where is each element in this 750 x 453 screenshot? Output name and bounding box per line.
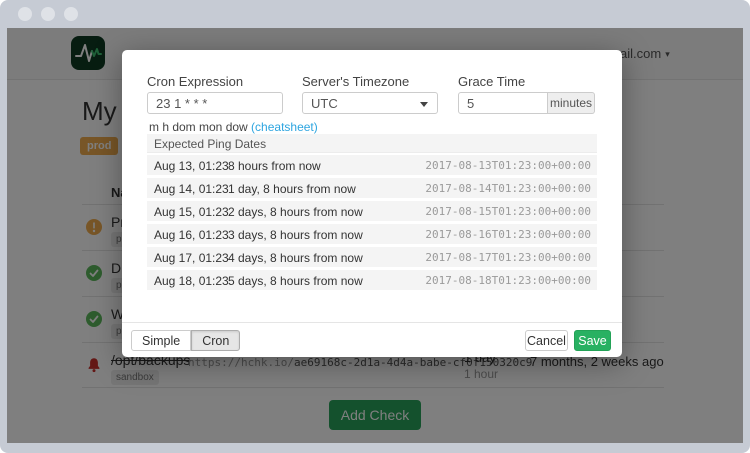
ping-relative: 8 hours from now (228, 159, 321, 173)
ping-iso-timestamp: 2017-08-13T01:23:00+00:00 (425, 159, 591, 172)
ping-relative: 1 day, 8 hours from now (228, 182, 356, 196)
timezone-label: Server's Timezone (302, 74, 409, 89)
cron-expression-label: Cron Expression (147, 74, 243, 89)
timezone-select[interactable]: UTC (302, 92, 438, 114)
timezone-selected-value: UTC (311, 96, 338, 111)
ping-date: Aug 14, 01:23 (154, 182, 229, 196)
grace-time-unit: minutes (548, 92, 595, 114)
cron-mode-button[interactable]: Cron (191, 330, 240, 351)
cheatsheet-link[interactable]: (cheatsheet) (251, 120, 318, 134)
ping-iso-timestamp: 2017-08-16T01:23:00+00:00 (425, 228, 591, 241)
ping-iso-timestamp: 2017-08-15T01:23:00+00:00 (425, 205, 591, 218)
ping-relative: 2 days, 8 hours from now (228, 205, 363, 219)
ping-iso-timestamp: 2017-08-17T01:23:00+00:00 (425, 251, 591, 264)
ping-relative: 5 days, 8 hours from now (228, 274, 363, 288)
ping-date-row: Aug 13, 01:23 8 hours from now 2017-08-1… (147, 155, 597, 175)
window-minimize-icon (41, 7, 55, 21)
schedule-mode-toggle: Simple Cron (131, 330, 240, 351)
ping-relative: 4 days, 8 hours from now (228, 251, 363, 265)
page: ail.com▾ My Checks prod work Name Pr pro… (7, 28, 743, 443)
ping-date-row: Aug 14, 01:23 1 day, 8 hours from now 20… (147, 178, 597, 198)
ping-date: Aug 18, 01:23 (154, 274, 229, 288)
simple-mode-button[interactable]: Simple (131, 330, 191, 351)
browser-window: ail.com▾ My Checks prod work Name Pr pro… (0, 0, 750, 453)
cron-hint: m h dom mon dow (cheatsheet) (149, 120, 318, 134)
ping-date: Aug 15, 01:23 (154, 205, 229, 219)
ping-date: Aug 16, 01:23 (154, 228, 229, 242)
grace-time-input[interactable] (458, 92, 548, 114)
window-maximize-icon (64, 7, 78, 21)
ping-iso-timestamp: 2017-08-14T01:23:00+00:00 (425, 182, 591, 195)
ping-date-row: Aug 18, 01:23 5 days, 8 hours from now 2… (147, 270, 597, 290)
cron-expression-input[interactable] (147, 92, 283, 114)
ping-date-row: Aug 15, 01:23 2 days, 8 hours from now 2… (147, 201, 597, 221)
expected-ping-dates-table: Expected Ping Dates Aug 13, 01:23 8 hour… (147, 134, 597, 293)
cancel-button[interactable]: Cancel (525, 330, 568, 351)
ping-date: Aug 13, 01:23 (154, 159, 229, 173)
save-button[interactable]: Save (574, 330, 611, 351)
grace-time-label: Grace Time (458, 74, 525, 89)
ping-date-row: Aug 17, 01:23 4 days, 8 hours from now 2… (147, 247, 597, 267)
ping-iso-timestamp: 2017-08-18T01:23:00+00:00 (425, 274, 591, 287)
grace-time-group: minutes (458, 92, 595, 114)
ping-date: Aug 17, 01:23 (154, 251, 229, 265)
ping-table-header: Expected Ping Dates (147, 134, 597, 153)
cron-hint-text: m h dom mon dow (149, 120, 251, 134)
caret-down-icon (420, 102, 428, 107)
ping-date-row: Aug 16, 01:23 3 days, 8 hours from now 2… (147, 224, 597, 244)
ping-relative: 3 days, 8 hours from now (228, 228, 363, 242)
dialog-footer: Simple Cron Cancel Save (122, 322, 622, 357)
window-close-icon (18, 7, 32, 21)
cron-editor-dialog: Cron Expression Server's Timezone Grace … (122, 50, 622, 357)
